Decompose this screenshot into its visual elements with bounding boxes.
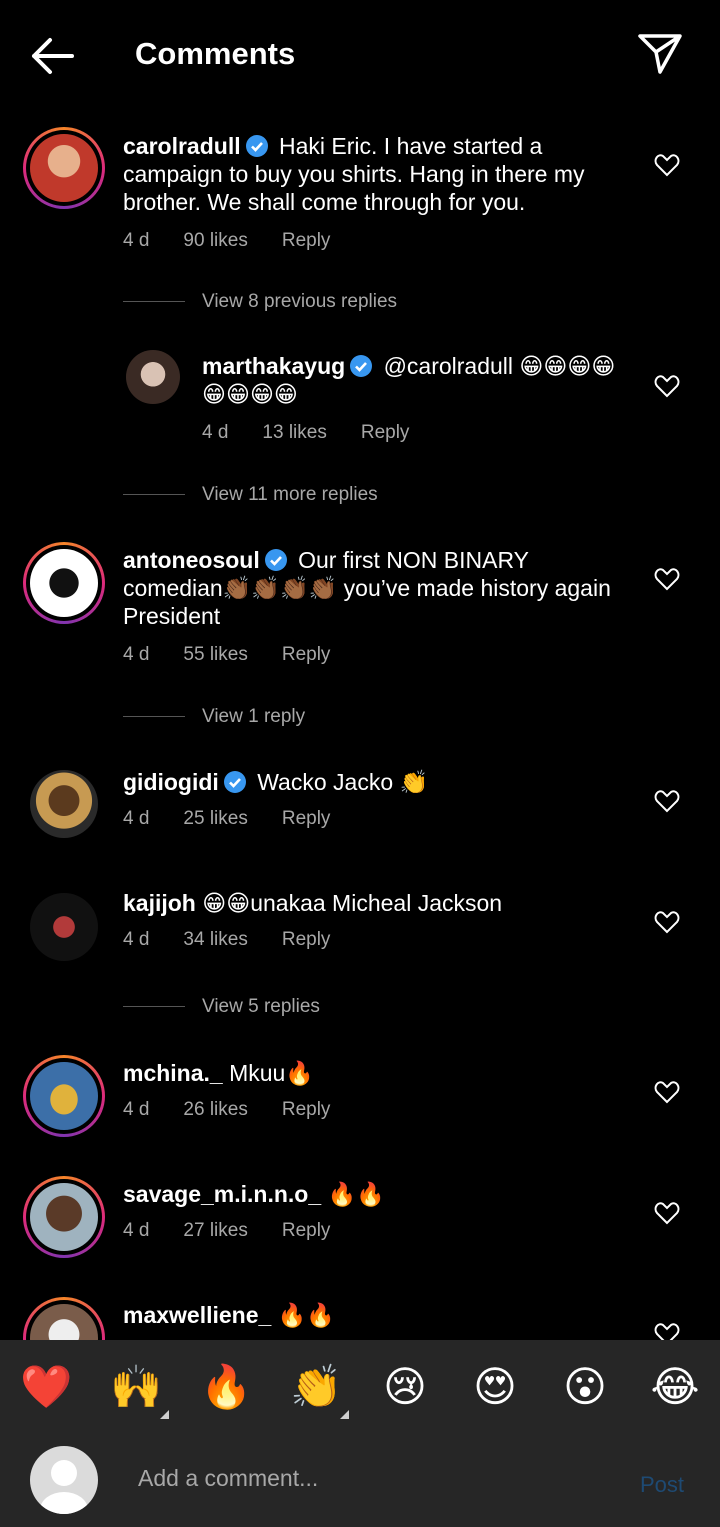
comment-meta: 4 d 90 likes Reply bbox=[123, 230, 364, 252]
emoji-raised-hands-button[interactable]: 🙌 bbox=[110, 1362, 162, 1412]
comments-list[interactable]: carolradull Haki Eric. I have started a … bbox=[0, 110, 720, 1340]
username[interactable]: kajijoh bbox=[123, 890, 196, 916]
skin-tone-caret-icon bbox=[340, 1410, 349, 1419]
username[interactable]: gidiogidi bbox=[123, 769, 219, 795]
timestamp: 4 d bbox=[123, 644, 150, 665]
username[interactable]: maxwelliene_ bbox=[123, 1302, 271, 1328]
comment-text: carolradull Haki Eric. I have started a … bbox=[123, 132, 623, 216]
emoji-heart-button[interactable]: ❤️ bbox=[20, 1362, 72, 1412]
timestamp: 4 d bbox=[123, 1099, 150, 1120]
comment-input-bar: Post bbox=[0, 1432, 720, 1527]
verified-badge-icon bbox=[264, 549, 287, 571]
timestamp: 4 d bbox=[123, 1220, 150, 1241]
likes-count[interactable]: 55 likes bbox=[183, 644, 247, 665]
reply-button[interactable]: Reply bbox=[282, 1099, 331, 1120]
heart-icon[interactable] bbox=[654, 790, 680, 814]
emoji-crying-button[interactable]: 😢 bbox=[380, 1362, 430, 1412]
default-avatar-icon bbox=[40, 1460, 88, 1514]
timestamp: 4 d bbox=[123, 929, 150, 950]
page-title: Comments bbox=[135, 36, 296, 71]
verified-badge-icon bbox=[350, 355, 373, 377]
likes-count[interactable]: 34 likes bbox=[183, 929, 247, 950]
comment-body: 😁😁unakaa Micheal Jackson bbox=[202, 890, 503, 916]
comment-text: antoneosoul Our first NON BINARY comedia… bbox=[123, 546, 633, 630]
heart-icon[interactable] bbox=[654, 911, 680, 935]
avatar[interactable] bbox=[23, 1176, 105, 1258]
verified-badge-icon bbox=[223, 771, 246, 793]
username[interactable]: savage_m.i.n.n.o_ bbox=[123, 1181, 321, 1207]
comment-meta: 4 d 26 likes Reply bbox=[123, 1099, 364, 1121]
heart-icon[interactable] bbox=[654, 375, 680, 399]
heart-icon[interactable] bbox=[654, 1202, 680, 1226]
comment-body: Wacko Jacko 👏 bbox=[257, 769, 429, 795]
paper-plane-icon[interactable] bbox=[636, 30, 684, 76]
comment-text: savage_m.i.n.n.o_ 🔥🔥 bbox=[123, 1180, 623, 1208]
emoji-laughing-button[interactable]: 😂 bbox=[650, 1362, 700, 1412]
avatar[interactable] bbox=[30, 770, 98, 838]
username[interactable]: marthakayug bbox=[202, 353, 345, 379]
heart-icon[interactable] bbox=[654, 568, 680, 592]
avatar[interactable] bbox=[23, 127, 105, 209]
arrow-left-icon[interactable] bbox=[28, 34, 76, 78]
top-bar: Comments bbox=[0, 0, 720, 110]
post-button[interactable]: Post bbox=[640, 1472, 684, 1498]
reply-button[interactable]: Reply bbox=[282, 644, 331, 665]
comment-input[interactable] bbox=[136, 1464, 620, 1493]
comment-body: 🔥🔥 bbox=[327, 1181, 385, 1207]
view-replies-button[interactable]: View 1 reply bbox=[123, 706, 305, 728]
emoji-heart-eyes-button[interactable]: 😍 bbox=[470, 1362, 520, 1412]
view-replies-button[interactable]: View 5 replies bbox=[123, 996, 320, 1018]
comment-text: kajijoh 😁😁unakaa Micheal Jackson bbox=[123, 889, 623, 917]
username[interactable]: antoneosoul bbox=[123, 547, 260, 573]
avatar[interactable] bbox=[23, 1297, 105, 1340]
reply-button[interactable]: Reply bbox=[282, 808, 331, 829]
comment-meta: 4 d 25 likes Reply bbox=[123, 808, 364, 830]
timestamp: 4 d bbox=[123, 230, 150, 251]
comment-text: marthakayug @carolradull 😁😁😁😁😁😁😁😁 bbox=[202, 352, 622, 408]
heart-icon[interactable] bbox=[654, 1323, 680, 1340]
comment-meta: 4 d 34 likes Reply bbox=[123, 929, 364, 951]
timestamp: 4 d bbox=[202, 422, 229, 443]
reply-button[interactable]: Reply bbox=[361, 422, 410, 443]
view-replies-button[interactable]: View 11 more replies bbox=[123, 484, 378, 506]
likes-count[interactable]: 25 likes bbox=[183, 808, 247, 829]
avatar[interactable] bbox=[30, 893, 98, 961]
likes-count[interactable]: 90 likes bbox=[183, 230, 247, 251]
timestamp: 4 d bbox=[123, 808, 150, 829]
heart-icon[interactable] bbox=[654, 1081, 680, 1105]
emoji-fire-button[interactable]: 🔥 bbox=[200, 1362, 252, 1412]
emoji-clap-button[interactable]: 👏 bbox=[290, 1362, 342, 1412]
comment-body: Mkuu🔥 bbox=[229, 1060, 314, 1086]
avatar[interactable] bbox=[23, 542, 105, 624]
skin-tone-caret-icon bbox=[160, 1410, 169, 1419]
comment-meta: 4 d 13 likes Reply bbox=[202, 422, 443, 444]
avatar bbox=[30, 1446, 98, 1514]
emoji-surprised-button[interactable]: 😮 bbox=[560, 1362, 610, 1412]
comment-meta: 4 d 27 likes Reply bbox=[123, 1220, 364, 1242]
reply-button[interactable]: Reply bbox=[282, 1220, 331, 1241]
comment-text: maxwelliene_ 🔥🔥 bbox=[123, 1301, 623, 1329]
comment-text: mchina._ Mkuu🔥 bbox=[123, 1059, 623, 1087]
comment-body: 🔥🔥 bbox=[277, 1302, 335, 1328]
username[interactable]: carolradull bbox=[123, 133, 241, 159]
heart-icon[interactable] bbox=[654, 154, 680, 178]
comment-text: gidiogidi Wacko Jacko 👏 bbox=[123, 768, 623, 796]
view-replies-button[interactable]: View 8 previous replies bbox=[123, 291, 397, 313]
verified-badge-icon bbox=[245, 135, 268, 157]
avatar[interactable] bbox=[23, 1055, 105, 1137]
likes-count[interactable]: 27 likes bbox=[183, 1220, 247, 1241]
emoji-quick-bar: ❤️ 🙌 🔥 👏 😢 😍 😮 😂 bbox=[0, 1340, 720, 1432]
reply-button[interactable]: Reply bbox=[282, 230, 331, 251]
avatar[interactable] bbox=[126, 350, 180, 404]
likes-count[interactable]: 26 likes bbox=[183, 1099, 247, 1120]
likes-count[interactable]: 13 likes bbox=[262, 422, 326, 443]
reply-button[interactable]: Reply bbox=[282, 929, 331, 950]
username[interactable]: mchina._ bbox=[123, 1060, 223, 1086]
comment-meta: 4 d 55 likes Reply bbox=[123, 644, 364, 666]
